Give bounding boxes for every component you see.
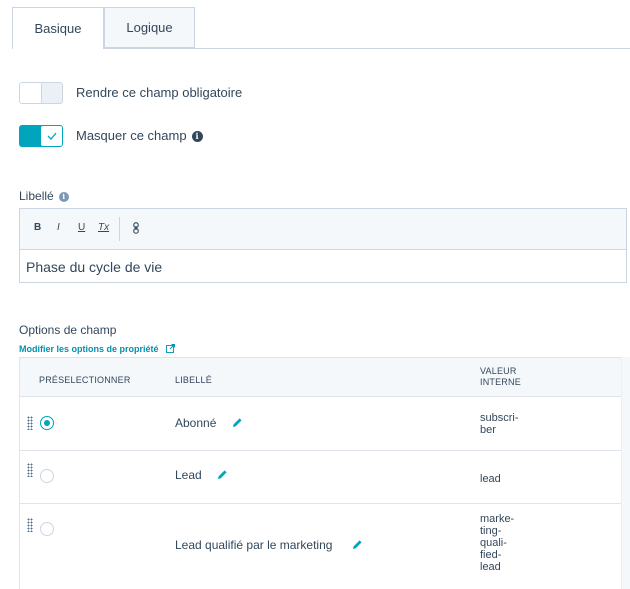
option-value-line: marke-: [480, 513, 515, 525]
table-row: Lead lead: [19, 451, 622, 504]
tab-bar-divider: [12, 48, 630, 49]
drag-handle-icon[interactable]: [27, 518, 33, 532]
option-value-line: quali-: [480, 537, 507, 549]
option-label: Lead qualifié par le marketing: [175, 538, 333, 552]
option-label: Lead: [175, 468, 202, 482]
italic-button[interactable]: I: [57, 222, 60, 233]
option-label: Abonné: [175, 416, 217, 430]
internal-value-column-header-line1: VALEUR: [480, 366, 517, 376]
info-icon[interactable]: i: [191, 130, 203, 142]
toggle-knob: [41, 126, 62, 146]
drag-handle-icon[interactable]: [27, 416, 33, 430]
toggle-knob: [20, 83, 42, 103]
option-value-cell: marke- ting- quali- fied- lead: [480, 513, 550, 573]
preselect-radio[interactable]: [40, 416, 54, 430]
required-toggle-label: Rendre ce champ obligatoire: [76, 85, 243, 100]
toolbar-separator: [119, 217, 120, 241]
table-header: PRÉSELECTIONNER LIBELLÉ VALEUR INTERNE: [19, 357, 622, 397]
internal-value-column-header-line2: INTERNE: [480, 377, 521, 387]
info-icon[interactable]: i: [58, 191, 69, 202]
option-label-cell: Lead qualifié par le marketing: [175, 538, 363, 552]
tab-bar: Basique Logique: [12, 7, 630, 49]
option-value-line: lead: [480, 473, 501, 485]
drag-handle-icon[interactable]: [27, 463, 33, 477]
pencil-icon[interactable]: [217, 469, 228, 480]
pencil-icon[interactable]: [232, 417, 243, 428]
tab-logique[interactable]: Logique: [104, 7, 195, 48]
option-value-line: ber: [480, 424, 496, 436]
link-icon[interactable]: [133, 222, 139, 234]
option-value-line: lead: [480, 561, 501, 573]
clear-format-button[interactable]: Tx: [98, 222, 109, 233]
editor-toolbar: B I U Tx: [20, 209, 626, 250]
label-input[interactable]: Phase du cycle de vie: [26, 259, 162, 275]
label-field-title: Libellé: [19, 189, 54, 203]
label-column-header: LIBELLÉ: [175, 375, 212, 385]
table-row: Abonné subscri- ber: [19, 397, 622, 451]
preselect-column-header: PRÉSELECTIONNER: [39, 375, 131, 385]
option-label-cell: Lead: [175, 468, 228, 482]
hide-field-toggle-label: Masquer ce champ: [76, 128, 187, 143]
tab-basique[interactable]: Basique: [12, 7, 104, 49]
underline-button[interactable]: U: [78, 222, 85, 233]
options-table: PRÉSELECTIONNER LIBELLÉ VALEUR INTERNE A…: [19, 357, 630, 589]
edit-property-options-link-wrap[interactable]: Modifier les options de propriété: [19, 339, 175, 357]
pencil-icon[interactable]: [352, 539, 363, 550]
option-value-line: subscri-: [480, 412, 519, 424]
option-label-cell: Abonné: [175, 416, 243, 430]
option-value-cell: lead: [480, 473, 550, 485]
required-toggle[interactable]: [19, 82, 63, 104]
option-value-line: ting-: [480, 525, 502, 537]
hide-field-toggle[interactable]: [19, 125, 63, 147]
rich-text-editor: B I U Tx Phase du cycle de vie: [19, 208, 627, 283]
option-value-cell: subscri- ber: [480, 412, 550, 436]
edit-property-options-link[interactable]: Modifier les options de propriété: [19, 344, 159, 354]
hide-field-toggle-label-wrap: Masquer ce champ i: [76, 128, 203, 143]
external-link-icon: [166, 344, 175, 353]
bold-button[interactable]: B: [34, 222, 41, 233]
preselect-radio[interactable]: [40, 522, 54, 536]
options-section-title: Options de champ: [19, 323, 117, 337]
radio-dot: [43, 419, 50, 426]
option-value-line: fied-: [480, 549, 502, 561]
preselect-radio[interactable]: [40, 469, 54, 483]
table-scrollbar[interactable]: [621, 357, 630, 589]
label-field-title-wrap: Libellé i: [19, 189, 69, 203]
check-icon: [47, 132, 56, 140]
table-row: Lead qualifié par le marketing marke- ti…: [19, 504, 622, 589]
